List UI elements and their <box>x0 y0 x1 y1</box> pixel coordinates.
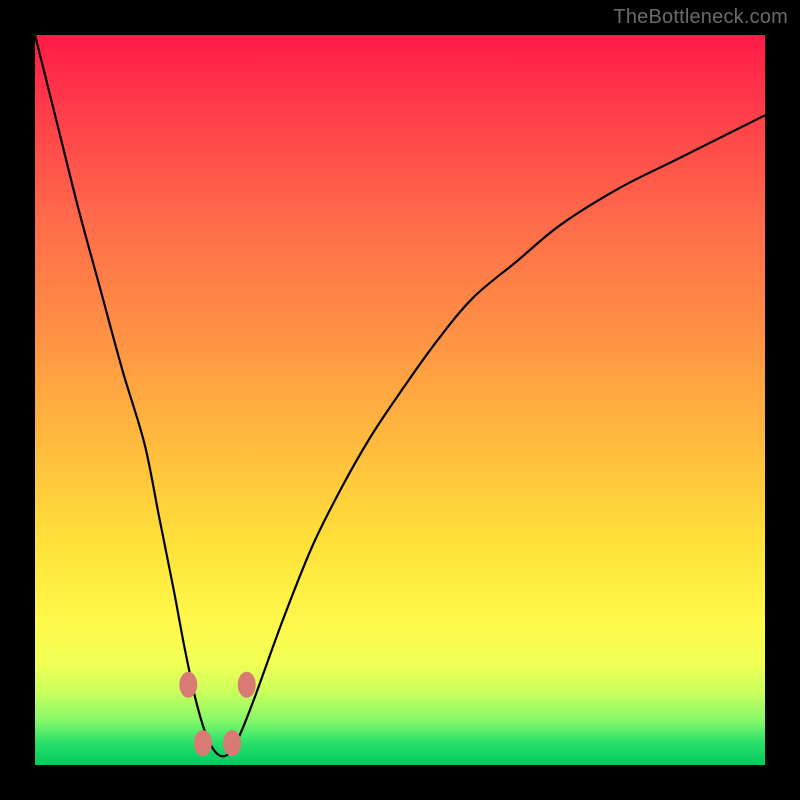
watermark-text: TheBottleneck.com <box>613 6 788 29</box>
curve-line <box>35 35 765 756</box>
bead-marker <box>179 672 197 698</box>
plot-area <box>35 35 765 765</box>
bead-marker <box>223 730 241 756</box>
chart-frame: TheBottleneck.com <box>0 0 800 800</box>
bead-marker <box>194 730 212 756</box>
curve-beads <box>179 672 255 756</box>
bottleneck-curve <box>35 35 765 765</box>
bead-marker <box>238 672 256 698</box>
